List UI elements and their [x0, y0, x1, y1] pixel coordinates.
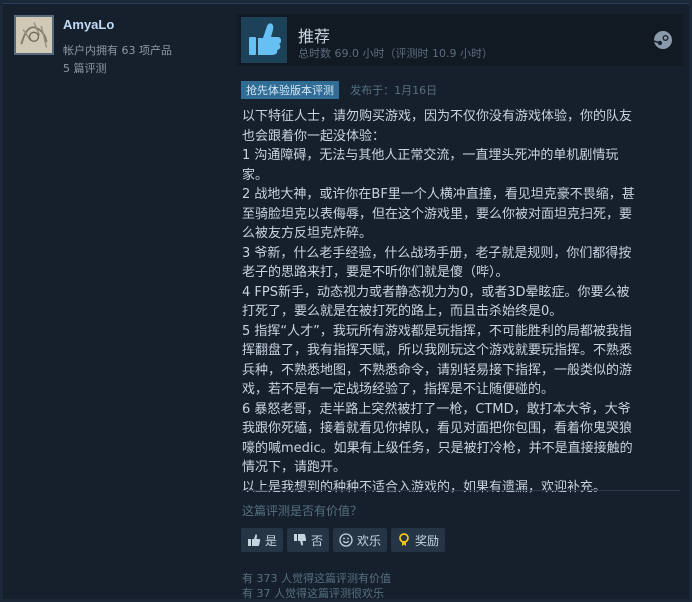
- review-line: 1 沟通障碍，无法与其他人正常交流，一直埋头死冲的单机剧情玩: [242, 148, 619, 163]
- review-line: 么被友方反坦克炸碎。: [242, 226, 373, 241]
- review-line: 兵种，不熟悉地图，不熟悉命令，请别轻易接下指挥，一般类似的游: [242, 362, 633, 378]
- review-line: 5 指挥“人才”，我玩所有游戏都是玩指挥，不可能胜利的局都被我指: [242, 323, 632, 339]
- review-line: 以下特征人士，请勿购买游戏，因为不仅你没有游戏体验，你的队友: [242, 109, 633, 124]
- review-line: 2 战地大神，或许你在BF里一个人横冲直撞，看见坦克豪不畏缩，甚: [242, 187, 635, 202]
- review-line: 以上是我想到的种种不适合入游戏的，如果有遗漏，欢迎补充。: [242, 479, 607, 495]
- review-line: 嚎的喊medic。如果有上级任务，只是被打冷枪，并不是直接接触的: [242, 440, 633, 456]
- review-line: 也会跟着你一起没体验：: [242, 128, 386, 144]
- playtime: 总时数 69.0 小时（评测时 10.9 小时）: [298, 47, 493, 60]
- owned-products[interactable]: 帐户内拥有 63 项产品: [63, 42, 172, 58]
- vote-funny-label: 欢乐: [357, 533, 382, 548]
- vote-no-label: 否: [311, 533, 324, 548]
- review-meta: 抢先体验版本评测 发布于：1月16日: [241, 79, 438, 99]
- helpful-count: 有 373 人觉得这篇评测有价值: [242, 572, 391, 585]
- review-line: 6 暴怒老哥，走半路上突然被打了一枪，CTMD，敢打本大爷，大爷: [242, 401, 631, 417]
- verdict-title[interactable]: 推荐: [298, 23, 330, 47]
- vote-yes-button[interactable]: 是: [241, 528, 284, 552]
- review-line: 家。: [242, 167, 269, 183]
- verdict-banner: 推荐 总时数 69.0 小时（评测时 10.9 小时）: [237, 14, 683, 66]
- avatar[interactable]: [14, 15, 54, 55]
- helpful-question: 这篇评测是否有价值？: [242, 504, 363, 518]
- review-line: 3 爷新，什么老手经验，什么战场手册，老子就是规则，你们都得按: [242, 245, 632, 261]
- vote-funny-button[interactable]: 欢乐: [333, 528, 388, 552]
- thumbs-up-icon[interactable]: [241, 17, 287, 63]
- review-line: 打死了，要么就是在被打死的路上，而且击杀始终是0。: [242, 304, 563, 319]
- divider: [242, 490, 680, 491]
- review-line: 至骑脸坦克以表侮辱，但在这个游戏里，要么你被对面坦克扫死，要: [242, 206, 633, 222]
- vote-yes-label: 是: [265, 533, 278, 548]
- avatar-image: [16, 17, 52, 53]
- author-name[interactable]: AmyaLo: [63, 17, 114, 32]
- review-line: 4 FPS新手，动态视力或者静态视力为0，或者3D晕眩症。你要么被: [242, 284, 630, 300]
- review-line: 我跟你死磕，接着就看见你掉队，看见对面把你包围，看着你鬼哭狼: [242, 421, 633, 436]
- smiley-icon: [339, 533, 353, 547]
- review-card: AmyaLo 帐户内拥有 63 项产品 5 篇评测 推荐 总时数 69.0 小时…: [3, 3, 689, 600]
- thumbs-down-icon: [294, 534, 307, 546]
- funny-count: 有 37 人觉得这篇评测很欢乐: [242, 587, 384, 600]
- review-line: 情况下，请跑开。: [242, 460, 347, 475]
- review-line: 挥翻盘了，我有指挥天赋，所以我刚玩这个游戏就要玩指挥。不熟悉: [242, 343, 633, 358]
- posted-date: 发布于：1月16日: [350, 84, 438, 97]
- vote-no-button[interactable]: 否: [287, 528, 330, 552]
- review-count[interactable]: 5 篇评测: [63, 60, 107, 76]
- early-access-badge: 抢先体验版本评测: [241, 81, 339, 99]
- review-line: 老子的思路来打，要是不听你们就是傻（哔）。: [242, 265, 509, 280]
- award-label: 奖励: [415, 533, 440, 548]
- award-icon: [399, 533, 409, 546]
- steam-icon: [653, 31, 672, 49]
- vote-controls: 是 否 欢乐 奖励: [241, 528, 446, 552]
- thumbs-up-icon: [248, 534, 261, 546]
- review-line: 戏，若不是有一定战场经验了，指挥是不让随便碰的。: [242, 382, 555, 397]
- award-button[interactable]: 奖励: [391, 528, 446, 552]
- review-text: 以下特征人士，请勿购买游戏，因为不仅你没有游戏体验，你的队友 也会跟着你一起没体验…: [242, 107, 679, 497]
